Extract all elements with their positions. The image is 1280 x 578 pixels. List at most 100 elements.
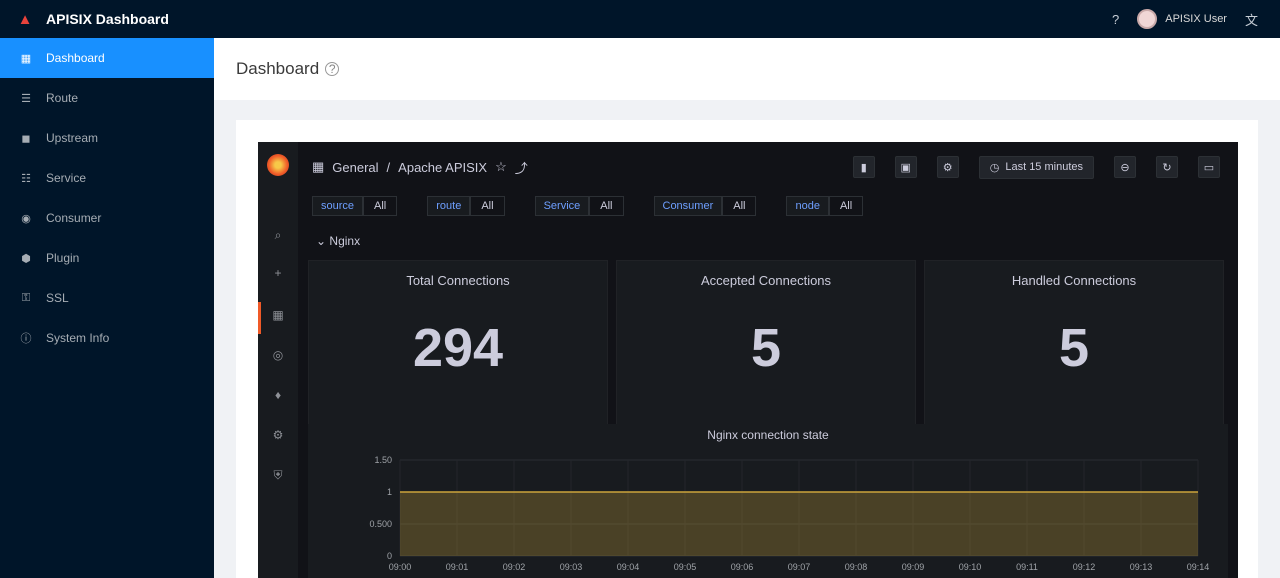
sidebar-item-label: Dashboard	[46, 51, 105, 65]
info-icon: ⓘ	[20, 333, 32, 345]
stat-value: 5	[1058, 318, 1090, 378]
sidebar-item-label: Service	[46, 171, 87, 185]
y-tick-label: 0	[387, 551, 392, 561]
active-indicator	[258, 302, 261, 334]
x-tick-label: 09:08	[845, 562, 868, 572]
x-tick-label: 09:12	[1073, 562, 1096, 572]
alerting-icon[interactable]: ♦	[270, 388, 286, 404]
add-panel-icon[interactable]: ▮	[852, 156, 875, 178]
brand[interactable]: ▲ APISIX Dashboard	[0, 10, 214, 28]
shield-icon[interactable]: ⛨	[270, 468, 286, 484]
x-tick-label: 09:05	[674, 562, 697, 572]
consumer-icon: ◉	[21, 212, 31, 225]
refresh-icon[interactable]: ↻	[1156, 156, 1178, 178]
help-icon[interactable]: ?	[1112, 12, 1119, 27]
sidebar-item-label: System Info	[46, 331, 110, 345]
share-icon[interactable]: ⤴	[515, 158, 528, 177]
explore-icon[interactable]: ◎	[270, 348, 286, 364]
chart-title: Nginx connection state	[707, 428, 829, 442]
plugin-icon: ⬢	[21, 252, 31, 265]
sidebar-item-consumer[interactable]: ◉ Consumer	[0, 198, 214, 238]
x-tick-label: 09:04	[617, 562, 640, 572]
chevron-down-icon: ⌄	[316, 234, 327, 248]
sidebar-item-ssl[interactable]: ⚿ SSL	[0, 278, 214, 318]
grafana-sidebar: ⌕ + ▦ ◎ ♦ ⚙ ⛨	[258, 142, 298, 578]
y-tick-label: 0.500	[369, 519, 392, 529]
sidebar-item-route[interactable]: ☰ Route	[0, 78, 214, 118]
stat-title: Total Connections	[406, 273, 510, 288]
user-menu[interactable]: APISIX User	[1137, 9, 1227, 29]
config-icon[interactable]: ⚙	[270, 428, 286, 444]
stat-value: 5	[750, 318, 782, 378]
x-tick-label: 09:11	[1016, 562, 1038, 572]
breadcrumb: ▦ General / Apache APISIX ☆ ⤴	[312, 158, 528, 177]
x-tick-label: 09:03	[560, 562, 583, 572]
time-picker[interactable]: ◷ Last 15 minutes	[978, 155, 1094, 179]
variable-node[interactable]: node All	[786, 196, 864, 216]
clock-icon: ◷	[989, 161, 1000, 174]
row-title: Nginx	[329, 234, 361, 248]
variable-service[interactable]: Service All	[534, 196, 624, 216]
dashboard-icon: ▦	[20, 52, 32, 65]
stat-title: Accepted Connections	[700, 273, 832, 288]
sidebar-item-label: Upstream	[46, 131, 99, 145]
top-header: ▲ APISIX Dashboard ? APISIX User 文	[0, 0, 1280, 38]
sidebar-item-label: Consumer	[46, 211, 102, 225]
sidebar-item-label: Plugin	[46, 251, 80, 265]
save-icon[interactable]: ▣	[894, 156, 917, 178]
timeseries-panel[interactable]: Nginx connection state 1.50 1 0.500 0 09:00 0…	[308, 424, 1228, 578]
row-header[interactable]: ⌄ Nginx	[316, 234, 360, 248]
x-tick-label: 09:13	[1130, 562, 1153, 572]
apisix-logo-icon: ▲	[17, 10, 33, 28]
page-title: Dashboard	[236, 59, 320, 78]
variables-bar: source All route All Service All Consume…	[312, 196, 864, 216]
ssl-icon: ⚿	[21, 291, 31, 304]
x-tick-label: 09:01	[446, 562, 469, 572]
dashboards-icon: ▦	[312, 159, 325, 174]
route-icon: ☰	[21, 92, 31, 105]
breadcrumb-folder[interactable]: General	[332, 160, 378, 175]
language-icon[interactable]: 文	[1245, 10, 1258, 29]
sidebar: ▦ Dashboard ☰ Route ◼ Upstream ☷ Service…	[0, 38, 214, 578]
variable-route[interactable]: route All	[427, 196, 505, 216]
stat-value: 294	[412, 318, 504, 378]
grafana-logo-icon[interactable]	[267, 154, 289, 176]
user-name: APISIX User	[1165, 13, 1227, 25]
x-tick-label: 09:00	[389, 562, 412, 572]
sidebar-item-plugin[interactable]: ⬢ Plugin	[0, 238, 214, 278]
time-range: Last 15 minutes	[1005, 161, 1083, 173]
question-icon[interactable]: ?	[325, 62, 340, 76]
y-tick-label: 1	[387, 487, 392, 497]
series-area	[400, 492, 1198, 556]
sidebar-item-system-info[interactable]: ⓘ System Info	[0, 318, 214, 358]
plus-icon[interactable]: +	[270, 266, 286, 282]
dashboards-icon[interactable]: ▦	[270, 308, 286, 324]
variable-source[interactable]: source All	[312, 196, 398, 216]
sidebar-item-label: SSL	[46, 291, 69, 305]
x-tick-label: 09:06	[731, 562, 754, 572]
search-icon[interactable]: ⌕	[270, 228, 286, 244]
service-icon: ☷	[21, 172, 31, 185]
upstream-icon: ◼	[21, 132, 31, 145]
sidebar-item-upstream[interactable]: ◼ Upstream	[0, 118, 214, 158]
star-icon[interactable]: ☆	[495, 159, 507, 175]
variable-consumer[interactable]: Consumer All	[653, 196, 757, 216]
x-tick-label: 09:10	[959, 562, 982, 572]
x-tick-label: 09:09	[902, 562, 925, 572]
page-header: Dashboard ?	[214, 38, 1280, 100]
breadcrumb-dashboard[interactable]: Apache APISIX	[398, 160, 487, 175]
timeseries-chart: 1.50 1 0.500 009:00 09:01 09:02 09:03 09:04 09:0…	[369, 455, 1210, 572]
tv-mode-icon[interactable]: ▭	[1198, 156, 1220, 178]
sidebar-item-service[interactable]: ☷ Service	[0, 158, 214, 198]
y-tick-label: 1.50	[374, 455, 392, 465]
grafana-topbar: ▦ General / Apache APISIX ☆ ⤴ ▮ ▣ ⚙ ◷ La…	[298, 142, 1238, 192]
app-title: APISIX Dashboard	[46, 11, 169, 27]
x-tick-label: 09:14	[1187, 562, 1210, 572]
stat-title: Handled Connections	[1011, 273, 1137, 288]
sidebar-item-label: Route	[46, 91, 79, 105]
x-tick-label: 09:07	[788, 562, 811, 572]
sidebar-item-dashboard[interactable]: ▦ Dashboard	[0, 38, 214, 78]
x-tick-label: 09:02	[503, 562, 526, 572]
zoom-out-icon[interactable]: ⊖	[1114, 156, 1136, 178]
settings-icon[interactable]: ⚙	[936, 156, 959, 178]
